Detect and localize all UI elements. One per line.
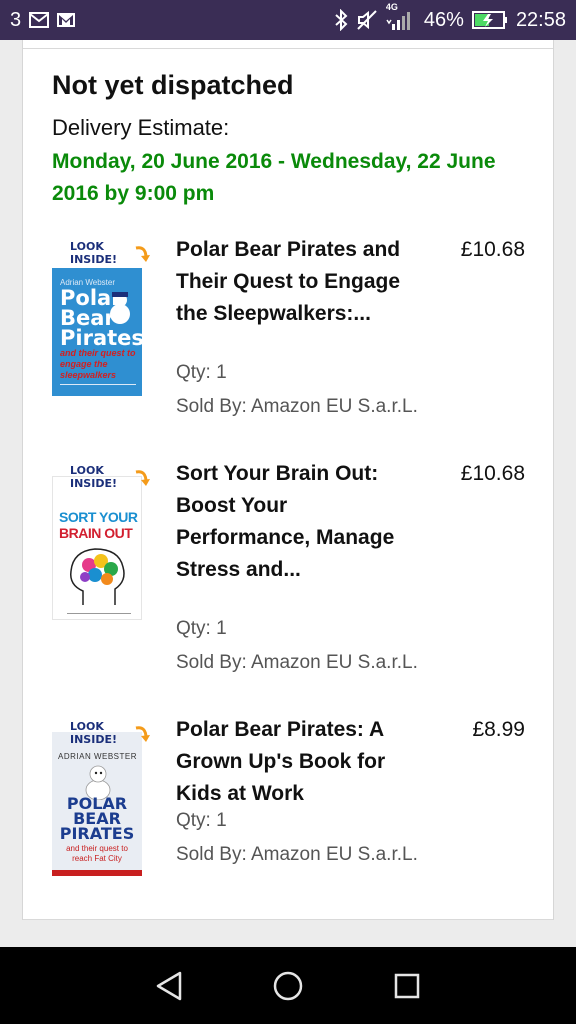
- order-item[interactable]: ADRIAN WEBSTER POLAR BEAR PIRATES and th…: [52, 718, 532, 900]
- divider: [23, 48, 553, 49]
- recents-icon[interactable]: [377, 956, 437, 1016]
- gmail-icon: [57, 12, 76, 28]
- product-price: £10.68: [460, 238, 525, 261]
- product-quantity: Qty: 1: [176, 362, 227, 383]
- status-bar: 3 4G 46% 22:58: [0, 0, 576, 40]
- clock: 22:58: [515, 8, 566, 31]
- cover-author: ADRIAN WEBSTER: [58, 752, 138, 761]
- product-image[interactable]: SORT YOUR BRAIN OUT LOOK INSIDE!: [52, 464, 152, 624]
- book-cover: ADRIAN WEBSTER POLAR BEAR PIRATES and th…: [52, 732, 142, 876]
- look-inside-arrow-icon: [135, 726, 150, 742]
- cover-subtitle: and their quest to engage the sleepwalke…: [60, 348, 136, 380]
- product-title[interactable]: Sort Your Brain Out: Boost Your Performa…: [176, 458, 426, 586]
- product-quantity: Qty: 1: [176, 618, 227, 639]
- signal-4g-icon: 4G: [386, 2, 416, 32]
- look-inside-arrow-icon: [135, 246, 150, 262]
- brain-illustration: [63, 545, 133, 614]
- product-image[interactable]: Adrian Webster Polar Bear Pirates and th…: [52, 240, 152, 400]
- product-price: £8.99: [472, 718, 525, 741]
- product-price: £10.68: [460, 462, 525, 485]
- product-seller: Sold By: Amazon EU S.a.r.L.: [176, 396, 418, 417]
- pirate-bear-illustration: [104, 290, 136, 331]
- book-cover: Adrian Webster Polar Bear Pirates and th…: [52, 252, 142, 396]
- cover-subtitle: and their quest to reach Fat City: [66, 844, 128, 863]
- shipment-status: Not yet dispatched: [52, 70, 294, 100]
- order-item[interactable]: Adrian Webster Polar Bear Pirates and th…: [52, 238, 532, 430]
- battery-percent: 46%: [423, 8, 464, 31]
- mail-icon: [29, 12, 50, 28]
- notification-count: 3: [10, 8, 22, 31]
- battery-charging-icon: [471, 11, 508, 29]
- product-seller: Sold By: Amazon EU S.a.r.L.: [176, 652, 418, 673]
- product-title[interactable]: Polar Bear Pirates: A Grown Up's Book fo…: [176, 714, 426, 810]
- cover-title-line2: BRAIN OUT: [59, 525, 133, 541]
- order-item[interactable]: SORT YOUR BRAIN OUT LOOK INSIDE! Sort Yo…: [52, 462, 532, 684]
- shipment-card: Not yet dispatched Delivery Estimate: Mo…: [22, 40, 554, 920]
- cover-band: [52, 870, 142, 876]
- product-title[interactable]: Polar Bear Pirates and Their Quest to En…: [176, 234, 426, 330]
- order-page: Not yet dispatched Delivery Estimate: Mo…: [0, 40, 576, 947]
- navigation-bar: [0, 947, 576, 1024]
- book-cover: SORT YOUR BRAIN OUT: [52, 476, 142, 620]
- delivery-estimate-dates: Monday, 20 June 2016 - Wednesday, 22 Jun…: [52, 150, 496, 205]
- product-image[interactable]: ADRIAN WEBSTER POLAR BEAR PIRATES and th…: [52, 720, 152, 880]
- mute-icon: [356, 9, 378, 31]
- cover-title: POLAR BEAR PIRATES: [59, 794, 135, 843]
- divider: [23, 919, 553, 920]
- look-inside-arrow-icon: [135, 470, 150, 486]
- product-seller: Sold By: Amazon EU S.a.r.L.: [176, 844, 418, 865]
- cover-title-line1: SORT YOUR: [59, 509, 138, 525]
- home-icon[interactable]: [258, 956, 318, 1016]
- bluetooth-icon: [334, 9, 348, 31]
- back-icon[interactable]: [139, 956, 199, 1016]
- delivery-estimate-label: Delivery Estimate:: [52, 115, 230, 140]
- network-type: 4G: [385, 2, 398, 12]
- product-quantity: Qty: 1: [176, 810, 227, 831]
